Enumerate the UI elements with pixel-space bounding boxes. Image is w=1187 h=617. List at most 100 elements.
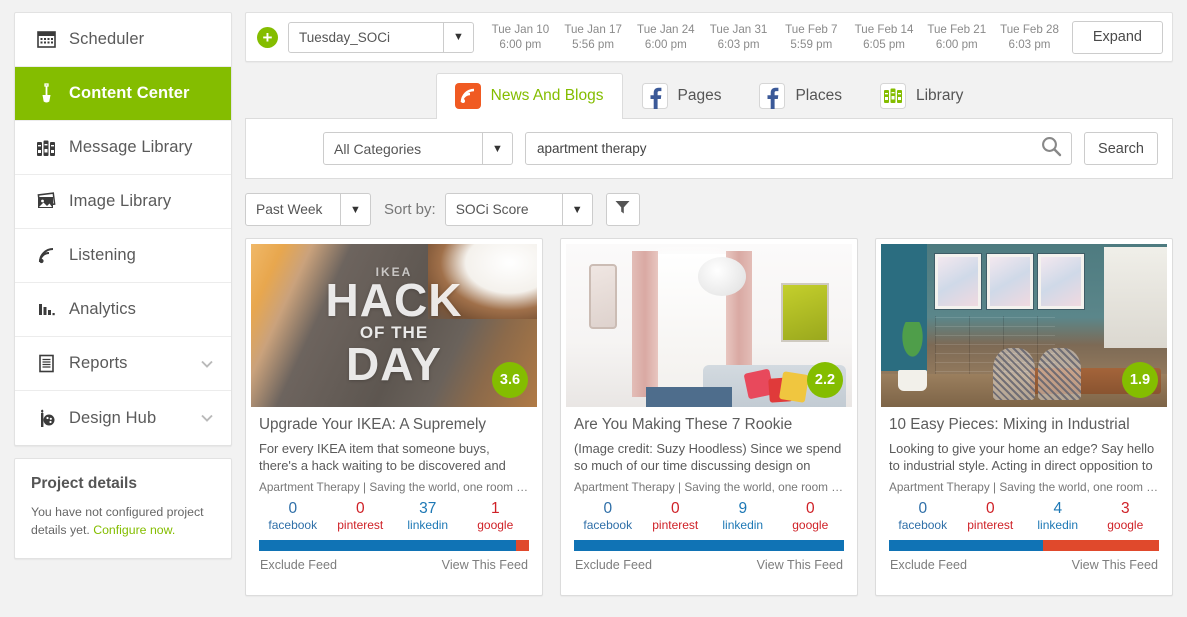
stat-facebook: 0 facebook bbox=[259, 500, 327, 533]
project-select[interactable]: Tuesday_SOCi ▼ bbox=[288, 21, 474, 53]
photos-icon bbox=[31, 192, 61, 211]
stat-value: 1 bbox=[490, 500, 500, 518]
tab-label: Pages bbox=[677, 87, 722, 104]
date-time: 6:00 pm bbox=[644, 38, 687, 51]
search-input[interactable] bbox=[537, 141, 1041, 156]
stat-facebook: 0 facebook bbox=[889, 500, 957, 533]
sidebar-item-message-library[interactable]: Message Library bbox=[15, 121, 231, 175]
card-stats: 0 facebook 0 pinterest 9 linkedin 0 goog… bbox=[574, 500, 844, 533]
feed-card[interactable]: 1.9 10 Easy Pieces: Mixing in Industrial… bbox=[875, 238, 1173, 596]
sidebar: Scheduler Content Center Message Library… bbox=[0, 0, 245, 617]
chevron-down-icon: ▼ bbox=[561, 194, 592, 225]
filter-row: Past Week ▼ Sort by: SOCi Score ▼ bbox=[245, 193, 1173, 226]
category-select[interactable]: All Categories ▼ bbox=[323, 132, 513, 165]
tab-pages[interactable]: Pages bbox=[623, 73, 741, 119]
card-title[interactable]: 10 Easy Pieces: Mixing in Industrial bbox=[889, 416, 1159, 434]
sort-select[interactable]: SOCi Score ▼ bbox=[444, 193, 593, 226]
sidebar-item-listening[interactable]: Listening bbox=[15, 229, 231, 283]
card-title[interactable]: Are You Making These 7 Rookie bbox=[574, 416, 844, 434]
magnifier-icon[interactable] bbox=[1040, 135, 1062, 162]
view-feed-link[interactable]: View This Feed bbox=[757, 558, 843, 572]
tab-library[interactable]: Library bbox=[861, 73, 982, 119]
date-column[interactable]: Tue Feb 7 5:59 pm bbox=[775, 22, 848, 53]
sidebar-item-label: Scheduler bbox=[69, 30, 145, 48]
bar-segment-red bbox=[515, 540, 529, 552]
card-title[interactable]: Upgrade Your IKEA: A Supremely bbox=[259, 416, 529, 434]
tab-label: Library bbox=[915, 87, 964, 104]
card-footer: Exclude Feed View This Feed bbox=[889, 551, 1159, 572]
stat-google: 3 google bbox=[1092, 500, 1160, 533]
period-select[interactable]: Past Week ▼ bbox=[245, 193, 371, 226]
exclude-feed-link[interactable]: Exclude Feed bbox=[890, 558, 967, 572]
card-image[interactable]: IKEA HACK OF THE DAY 3.6 bbox=[251, 244, 537, 407]
feed-card[interactable]: 2.2 Are You Making These 7 Rookie (Image… bbox=[560, 238, 858, 596]
facebook-icon bbox=[759, 83, 786, 109]
card-source: Apartment Therapy | Saving the world, on… bbox=[889, 480, 1159, 495]
date-column[interactable]: Tue Feb 28 6:03 pm bbox=[993, 22, 1066, 53]
sidebar-item-content-center[interactable]: Content Center bbox=[15, 67, 231, 121]
card-image[interactable]: 1.9 bbox=[881, 244, 1167, 407]
sidebar-item-image-library[interactable]: Image Library bbox=[15, 175, 231, 229]
exclude-feed-link[interactable]: Exclude Feed bbox=[575, 558, 652, 572]
date-column[interactable]: Tue Jan 10 6:00 pm bbox=[484, 22, 557, 53]
date-column[interactable]: Tue Jan 17 5:56 pm bbox=[557, 22, 630, 53]
stat-value: 0 bbox=[918, 500, 928, 518]
date-column[interactable]: Tue Feb 14 6:05 pm bbox=[848, 22, 921, 53]
date-column[interactable]: Tue Feb 21 6:00 pm bbox=[920, 22, 993, 53]
view-feed-link[interactable]: View This Feed bbox=[1072, 558, 1158, 572]
stat-label: pinterest bbox=[652, 517, 699, 532]
stat-label: facebook bbox=[268, 517, 318, 532]
project-details-title: Project details bbox=[31, 475, 137, 492]
card-description: Looking to give your home an edge? Say h… bbox=[889, 441, 1155, 474]
sidebar-item-scheduler[interactable]: Scheduler bbox=[15, 13, 231, 67]
filter-funnel-button[interactable] bbox=[605, 193, 640, 226]
tab-news-and-blogs[interactable]: News And Blogs bbox=[435, 73, 623, 119]
rss-square-icon bbox=[454, 83, 481, 109]
rss-icon bbox=[31, 246, 61, 265]
date-column[interactable]: Tue Jan 24 6:00 pm bbox=[629, 22, 702, 53]
sidebar-item-label: Content Center bbox=[69, 84, 190, 102]
period-select-value: Past Week bbox=[256, 202, 323, 217]
stat-value: 0 bbox=[355, 500, 365, 518]
date-column[interactable]: Tue Jan 31 6:03 pm bbox=[702, 22, 775, 53]
binders-icon bbox=[31, 138, 61, 157]
card-stats: 0 facebook 0 pinterest 37 linkedin 1 goo… bbox=[259, 500, 529, 533]
date-time: 5:56 pm bbox=[572, 38, 615, 51]
binders-icon bbox=[879, 83, 906, 109]
card-image[interactable]: 2.2 bbox=[566, 244, 852, 407]
view-feed-link[interactable]: View This Feed bbox=[442, 558, 528, 572]
sidebar-item-design-hub[interactable]: Design Hub bbox=[15, 391, 231, 445]
image-overlay-text: IKEA HACK OF THE DAY bbox=[251, 244, 537, 407]
add-project-button[interactable]: + bbox=[257, 26, 278, 48]
card-source: Apartment Therapy | Saving the world, on… bbox=[574, 480, 844, 495]
top-toolbar: + Tuesday_SOCi ▼ Tue Jan 10 6:00 pm Tue … bbox=[245, 12, 1173, 62]
stat-linkedin: 37 linkedin bbox=[394, 500, 462, 533]
date-time: 6:03 pm bbox=[1008, 38, 1051, 51]
chevron-down-icon[interactable] bbox=[199, 410, 215, 426]
stat-value: 0 bbox=[985, 500, 995, 518]
date-day: Tue Feb 7 bbox=[785, 22, 838, 36]
stat-label: pinterest bbox=[337, 517, 384, 532]
expand-button[interactable]: Expand bbox=[1071, 20, 1163, 54]
sort-select-value: SOCi Score bbox=[455, 202, 529, 217]
stat-pinterest: 0 pinterest bbox=[642, 500, 710, 533]
configure-now-link[interactable]: Configure now. bbox=[93, 523, 175, 537]
stat-pinterest: 0 pinterest bbox=[327, 500, 395, 533]
tab-places[interactable]: Places bbox=[740, 73, 861, 119]
sidebar-item-reports[interactable]: Reports bbox=[15, 337, 231, 391]
date-time: 5:59 pm bbox=[790, 38, 833, 51]
search-field[interactable] bbox=[525, 132, 1073, 165]
stat-facebook: 0 facebook bbox=[574, 500, 642, 533]
feed-card[interactable]: IKEA HACK OF THE DAY 3.6 Upgrade Your IK… bbox=[245, 238, 543, 596]
stat-linkedin: 4 linkedin bbox=[1024, 500, 1092, 533]
sidebar-item-label: Image Library bbox=[69, 192, 172, 210]
search-button[interactable]: Search bbox=[1084, 132, 1158, 165]
sidebar-item-analytics[interactable]: Analytics bbox=[15, 283, 231, 337]
bar-chart-icon bbox=[31, 300, 61, 319]
stat-label: pinterest bbox=[967, 517, 1014, 532]
card-body: Upgrade Your IKEA: A Supremely For every… bbox=[251, 407, 537, 595]
exclude-feed-link[interactable]: Exclude Feed bbox=[260, 558, 337, 572]
stat-value: 9 bbox=[738, 500, 748, 518]
chevron-down-icon[interactable] bbox=[199, 356, 215, 372]
project-details-text: You have not configured project details … bbox=[31, 503, 215, 540]
